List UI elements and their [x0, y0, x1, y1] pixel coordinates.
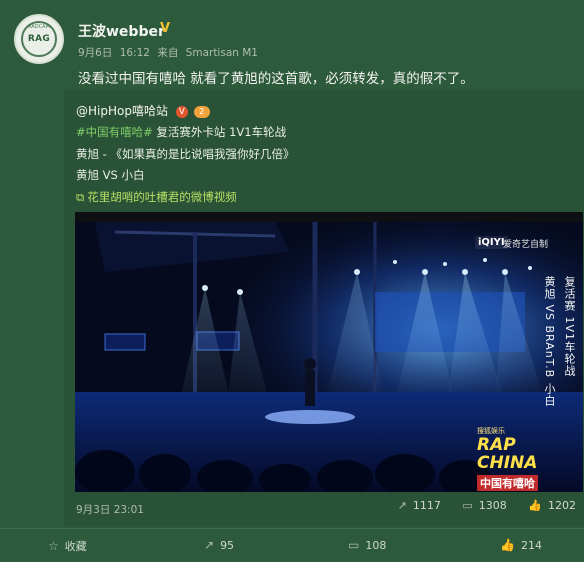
post-meta: 9月6日 16:12 来自 Smartisan M1	[78, 45, 262, 60]
thumbs-up-icon: 👍	[500, 538, 515, 552]
favorite-label: 收藏	[64, 540, 87, 553]
comment-icon: ▭	[348, 538, 360, 552]
verified-badge-icon: V	[175, 105, 188, 118]
post-source-prefix: 来自	[157, 47, 179, 59]
video-link[interactable]: ⧉ 花里胡哨的吐槽君的微博视频	[76, 189, 237, 205]
video-player[interactable]: iQIYI 爱奇艺自制 复活赛 1V1车轮战 黄旭 VS BRAnT.B 小白 …	[75, 212, 583, 492]
show-logo-cn: 中国有嘻哈	[477, 475, 538, 491]
post-source-device[interactable]: Smartisan M1	[186, 47, 258, 59]
post-time: 16:12	[119, 47, 150, 59]
avatar-logo-text: RAG	[27, 34, 51, 44]
video-link-text[interactable]: 花里胡哨的吐槽君的微博视频	[87, 190, 237, 204]
repost-source: @HipHop嘻哈站 V 2	[76, 102, 210, 119]
star-icon: ☆	[48, 539, 59, 553]
show-logo-main: RAP CHINA	[477, 435, 538, 473]
like-button[interactable]: 👍 214	[500, 538, 542, 552]
repost-actions: ↗ 1117 ▭ 1308 👍 1202	[380, 499, 576, 512]
verified-v-icon: V	[160, 21, 171, 36]
repost-like-action[interactable]: 👍 1202	[528, 499, 576, 512]
comment-icon: ▭	[462, 499, 473, 512]
comment-button[interactable]: ▭ 108	[348, 538, 386, 552]
avatar[interactable]: RADCAM RAG	[14, 14, 64, 64]
share-icon: ↗	[204, 538, 215, 552]
avatar-subtext: RADCAM	[28, 24, 50, 30]
post-date: 9月6日	[78, 47, 113, 59]
repost-handle[interactable]: @HipHop嘻哈站	[76, 104, 168, 118]
show-logo: 搜狐娱乐 RAP CHINA 中国有嘻哈	[477, 426, 557, 491]
repost-line-3: 黄旭 VS 小白	[76, 168, 145, 182]
repost-repost-action[interactable]: ↗ 1117	[398, 499, 441, 512]
iqiyi-subtitle: 爱奇艺自制	[503, 240, 549, 250]
repost-comment-count: 1308	[478, 499, 507, 512]
share-icon: ↗	[397, 499, 407, 512]
video-caption-round: 复活赛 1V1车轮战	[563, 276, 576, 378]
comment-count: 108	[365, 539, 387, 552]
bottom-action-bar: ☆ 收藏 ↗ 95 ▭ 108 👍 214	[0, 528, 584, 562]
username[interactable]: 王波webber	[78, 21, 165, 41]
post-text: 没看过中国有嘻哈 就看了黄旭的这首歌，必须转发，真的假不了。	[78, 71, 474, 87]
repost-date[interactable]: 9月3日 23:01	[76, 502, 144, 517]
repost-count: 95	[220, 539, 235, 552]
repost-repost-count: 1117	[412, 499, 441, 512]
repost-line-1: #中国有嘻哈# 复活赛外卡站 1V1车轮战	[76, 124, 286, 140]
repost-button[interactable]: ↗ 95	[204, 538, 234, 552]
video-link-icon: ⧉	[76, 190, 85, 204]
weibo-post: RADCAM RAG 王波webber V 9月6日 16:12 来自 Smar…	[0, 0, 584, 561]
level-badge-icon: 2	[193, 105, 210, 118]
video-caption-matchup: 黄旭 VS BRAnT.B 小白	[543, 276, 556, 407]
repost-line-1-text: 复活赛外卡站 1V1车轮战	[152, 125, 287, 139]
hashtag-link[interactable]: #中国有嘻哈#	[76, 125, 153, 139]
like-count: 214	[520, 539, 542, 552]
thumbs-up-icon: 👍	[528, 499, 542, 512]
reposted-card: @HipHop嘻哈站 V 2 #中国有嘻哈# 复活赛外卡站 1V1车轮战 黄旭 …	[64, 90, 584, 526]
repost-like-count: 1202	[548, 499, 576, 512]
favorite-button[interactable]: ☆ 收藏	[48, 538, 87, 554]
repost-comment-action[interactable]: ▭ 1308	[462, 499, 506, 512]
repost-line-2: 黄旭 - 《如果真的是比说唱我强你好几倍》	[76, 147, 295, 161]
